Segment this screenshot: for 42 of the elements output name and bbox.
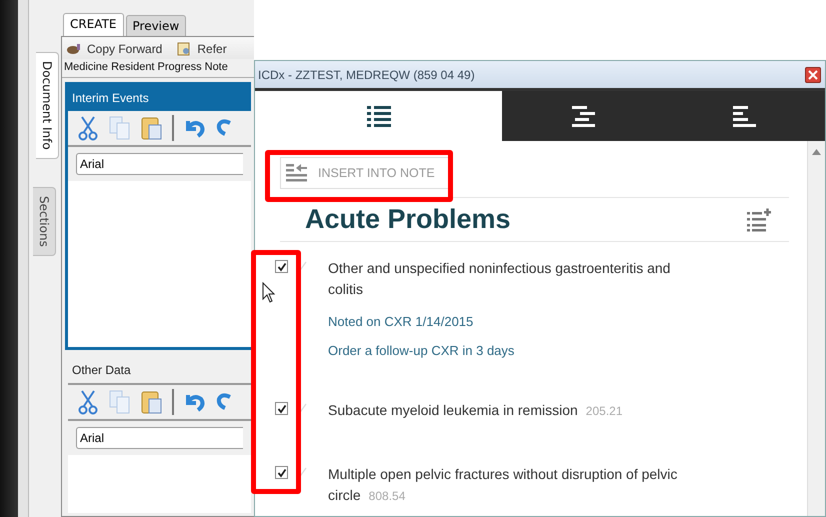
checkbox[interactable] <box>275 466 288 479</box>
side-tab[interactable]: Sections <box>33 186 56 256</box>
problem-text: Multiple open pelvic fractures without disruption of pelvic circle 808.54 <box>328 465 678 505</box>
align-center-icon <box>570 104 595 128</box>
mouse-pointer-icon <box>262 282 276 304</box>
paste-icon[interactable] <box>140 115 164 141</box>
paste-icon[interactable] <box>140 389 164 415</box>
problem-text: Subacute myeloid leukemia in remission 205.21 <box>328 401 624 420</box>
list-icon <box>366 104 391 128</box>
toolbar-button[interactable]: Copy Forward <box>66 42 162 56</box>
view-tab[interactable] <box>502 91 664 141</box>
tab[interactable]: CREATE <box>63 13 124 36</box>
check-icon <box>298 467 308 477</box>
side-tab[interactable]: Document Info <box>36 52 59 159</box>
document-icon <box>176 42 192 56</box>
window-title: ICDx - ZZTEST, MEDREQW (859 04 49) <box>258 68 475 82</box>
add-list-icon[interactable] <box>747 208 771 232</box>
cut-icon[interactable] <box>76 115 100 141</box>
tab[interactable]: Preview <box>126 15 186 36</box>
note-link[interactable]: Noted on CXR 1/14/2015 <box>328 314 688 329</box>
scroll-up-icon[interactable] <box>812 149 821 155</box>
check-icon <box>298 403 308 413</box>
cut-icon[interactable] <box>76 389 100 415</box>
close-button[interactable] <box>805 66 821 82</box>
problem-text: Other and unspecified noninfectious gastroenteritis and colitis <box>328 259 672 299</box>
note-link[interactable]: Order a follow-up CXR in 3 days <box>328 343 688 358</box>
diagnosis-code: 205.21 <box>586 404 622 418</box>
font-field[interactable]: Arial <box>76 153 243 175</box>
scrollbar[interactable] <box>807 141 825 516</box>
section-heading: Acute Problems <box>305 204 511 235</box>
check-icon <box>298 261 308 271</box>
diagnosis-code: 808.54 <box>368 489 406 503</box>
note-title: Medicine Resident Progress Note <box>62 59 254 78</box>
section-title: Interim Events <box>68 85 251 111</box>
font-field[interactable]: Arial <box>76 427 243 449</box>
insert-icon <box>286 163 308 183</box>
checkbox[interactable] <box>275 260 288 273</box>
align-left-icon <box>732 104 756 128</box>
view-tab[interactable] <box>664 91 825 141</box>
toolbar-button[interactable]: Refer <box>176 42 227 56</box>
checkbox[interactable] <box>275 402 288 415</box>
close-icon <box>808 70 818 80</box>
